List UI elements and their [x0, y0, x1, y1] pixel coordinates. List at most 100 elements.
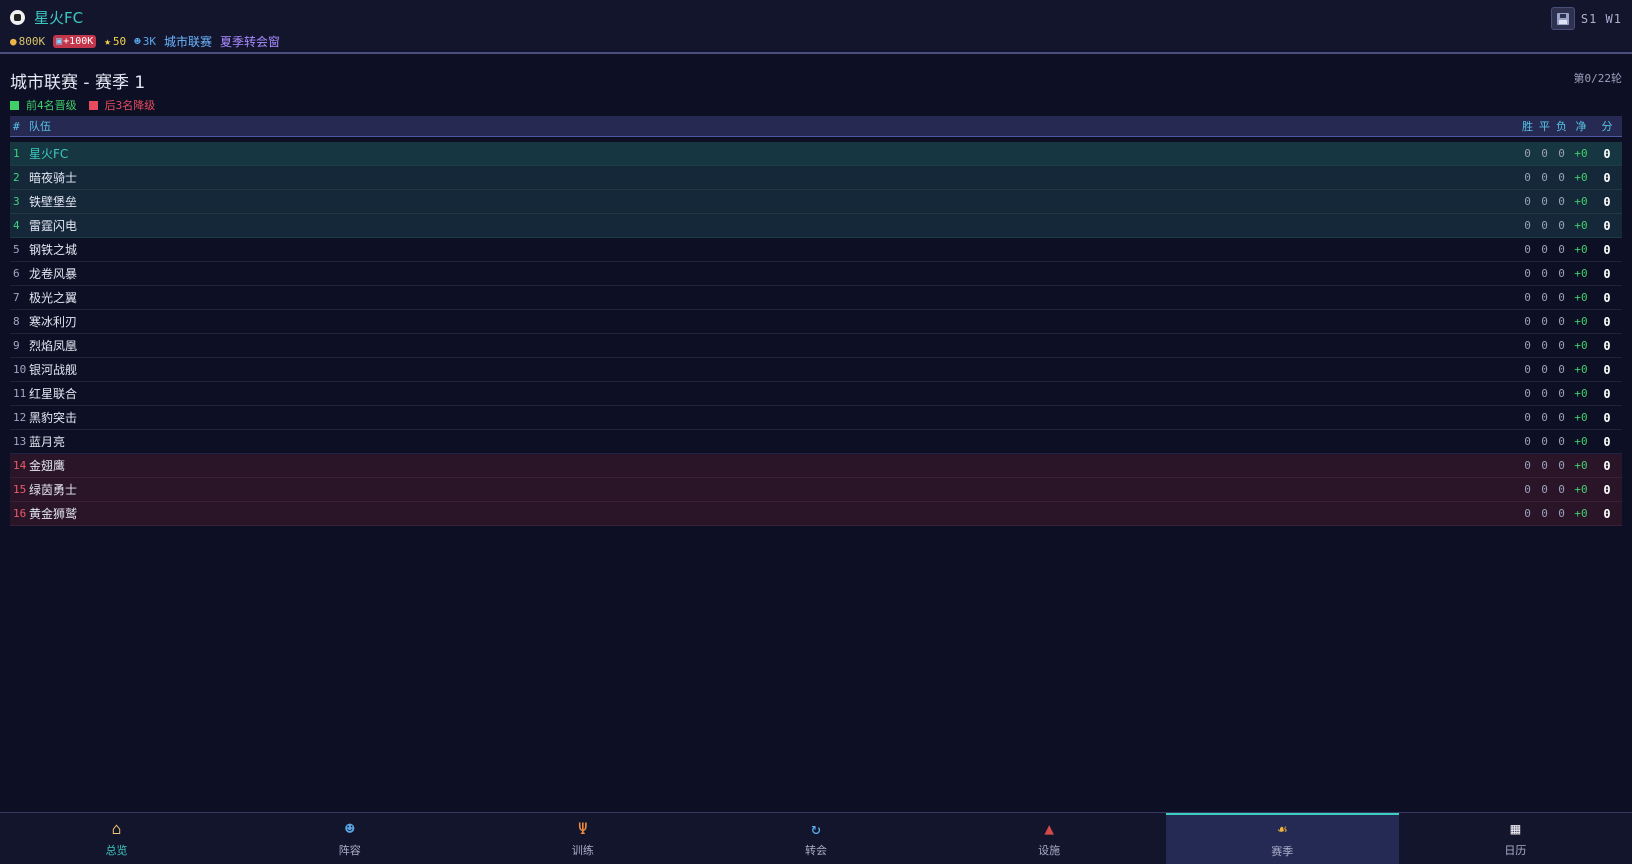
nav-season[interactable]: ☙ 赛季 [1165, 813, 1399, 864]
table-row[interactable]: 12 黑豹突击 0 0 0 +0 0 [10, 406, 1622, 430]
row-loss: 0 [1558, 243, 1565, 256]
row-draw: 0 [1541, 483, 1548, 496]
row-rank: 15 [13, 483, 27, 496]
nav-label: 阵容 [338, 843, 361, 857]
fans-value: +100K [63, 36, 94, 47]
transfer-icon: ↻ [811, 818, 821, 838]
row-gd: +0 [1574, 363, 1588, 376]
row-pts: 0 [1603, 506, 1611, 521]
nav-transfer[interactable]: ↻ 转会 [699, 813, 932, 864]
table-row[interactable]: 8 寒冰利刃 0 0 0 +0 0 [10, 310, 1622, 334]
legend-promotion-label: 前4名晋级 [26, 99, 77, 112]
team-title-row: 星火FC [10, 7, 83, 28]
header-win: 胜 [1522, 120, 1533, 133]
row-win: 0 [1524, 147, 1531, 160]
row-rank: 3 [13, 195, 20, 208]
row-team: 烈焰凤凰 [29, 339, 78, 353]
table-row[interactable]: 3 铁壁堡垒 0 0 0 +0 0 [10, 190, 1622, 214]
row-win: 0 [1524, 363, 1531, 376]
row-pts: 0 [1603, 218, 1611, 233]
table-row[interactable]: 16 黄金狮鹫 0 0 0 +0 0 [10, 502, 1622, 526]
nav-calendar[interactable]: ▦ 日历 [1399, 813, 1632, 864]
row-draw: 0 [1541, 267, 1548, 280]
money-bag-icon: ● [10, 35, 17, 48]
row-rank: 7 [13, 291, 20, 304]
row-loss: 0 [1558, 315, 1565, 328]
row-gd: +0 [1574, 507, 1588, 520]
facility-icon: ▲ [1044, 818, 1054, 838]
trophy-icon: ☙ [1277, 819, 1288, 839]
row-pts: 0 [1603, 266, 1611, 281]
row-pts: 0 [1603, 458, 1611, 473]
table-row[interactable]: 15 绿茵勇士 0 0 0 +0 0 [10, 478, 1622, 502]
round-counter: 第0/22轮 [1573, 72, 1623, 85]
calendar-icon: ▦ [1510, 818, 1521, 838]
header-draw: 平 [1539, 120, 1550, 133]
table-row[interactable]: 11 红星联合 0 0 0 +0 0 [10, 382, 1622, 406]
rating-value: 50 [112, 35, 127, 48]
table-row[interactable]: 13 蓝月亮 0 0 0 +0 0 [10, 430, 1622, 454]
row-loss: 0 [1558, 507, 1565, 520]
relegation-swatch [88, 100, 98, 110]
nav-facilities[interactable]: ▲ 设施 [933, 813, 1166, 864]
table-row[interactable]: 7 极光之翼 0 0 0 +0 0 [10, 286, 1622, 310]
row-loss: 0 [1558, 339, 1565, 352]
row-gd: +0 [1574, 243, 1588, 256]
row-pts: 0 [1603, 290, 1611, 305]
row-gd: +0 [1574, 435, 1588, 448]
nav-label: 转会 [804, 843, 827, 857]
promotion-swatch [10, 100, 19, 110]
header-loss: 负 [1556, 120, 1567, 133]
money-value: 800K [18, 35, 46, 48]
season-week-indicator: S1 W1 [1580, 11, 1622, 26]
row-win: 0 [1524, 483, 1531, 496]
nav-label: 日历 [1504, 843, 1527, 857]
row-draw: 0 [1541, 435, 1548, 448]
table-row[interactable]: 5 钢铁之城 0 0 0 +0 0 [10, 238, 1622, 262]
row-pts: 0 [1603, 338, 1611, 353]
legend-relegation: 后3名降级 [88, 97, 155, 113]
row-team: 龙卷风暴 [29, 267, 78, 281]
row-rank: 10 [13, 363, 27, 376]
row-win: 0 [1524, 387, 1531, 400]
save-button[interactable] [1550, 7, 1575, 30]
row-team: 红星联合 [29, 387, 78, 401]
row-team: 极光之翼 [29, 291, 78, 305]
nav-label: 设施 [1038, 843, 1061, 857]
table-row[interactable]: 14 金翅鹰 0 0 0 +0 0 [10, 454, 1622, 478]
bottom-nav: ⌂ 总览 ☻ 阵容 Ψ 训练 ↻ 转会 ▲ 设施 ☙ 赛季 ▦ 日历 [0, 812, 1632, 864]
members-stat: ☻ 3K [134, 35, 156, 48]
row-rank: 12 [13, 411, 27, 424]
row-rank: 11 [13, 387, 27, 400]
table-row[interactable]: 10 银河战舰 0 0 0 +0 0 [10, 358, 1622, 382]
table-row[interactable]: 6 龙卷风暴 0 0 0 +0 0 [10, 262, 1622, 286]
table-row[interactable]: 2 暗夜骑士 0 0 0 +0 0 [10, 166, 1622, 190]
row-win: 0 [1524, 243, 1531, 256]
training-icon: Ψ [578, 818, 588, 838]
table-row[interactable]: 1 星火FC 0 0 0 +0 0 [10, 142, 1622, 166]
nav-label: 赛季 [1271, 844, 1294, 858]
table-row[interactable]: 9 烈焰凤凰 0 0 0 +0 0 [10, 334, 1622, 358]
standings-legend: 前4名晋级 后3名降级 [10, 97, 167, 113]
row-win: 0 [1524, 195, 1531, 208]
row-rank: 14 [13, 459, 27, 472]
header-rank: # [13, 119, 20, 133]
fans-badge: ▣ +100K [53, 35, 97, 48]
nav-overview[interactable]: ⌂ 总览 [0, 813, 233, 864]
row-loss: 0 [1558, 267, 1565, 280]
nav-training[interactable]: Ψ 训练 [466, 813, 699, 864]
table-row[interactable]: 4 雷霆闪电 0 0 0 +0 0 [10, 214, 1622, 238]
row-team: 黑豹突击 [29, 411, 78, 425]
members-value: 3K [142, 35, 157, 48]
row-win: 0 [1524, 459, 1531, 472]
row-pts: 0 [1603, 146, 1611, 161]
people-icon: ☻ [134, 35, 141, 48]
row-draw: 0 [1541, 171, 1548, 184]
row-rank: 9 [13, 339, 20, 352]
nav-squad[interactable]: ☻ 阵容 [233, 813, 466, 864]
row-loss: 0 [1558, 459, 1565, 472]
row-draw: 0 [1541, 147, 1548, 160]
legend-promotion: 前4名晋级 [10, 97, 77, 113]
row-team: 黄金狮鹫 [29, 507, 78, 521]
row-win: 0 [1524, 507, 1531, 520]
